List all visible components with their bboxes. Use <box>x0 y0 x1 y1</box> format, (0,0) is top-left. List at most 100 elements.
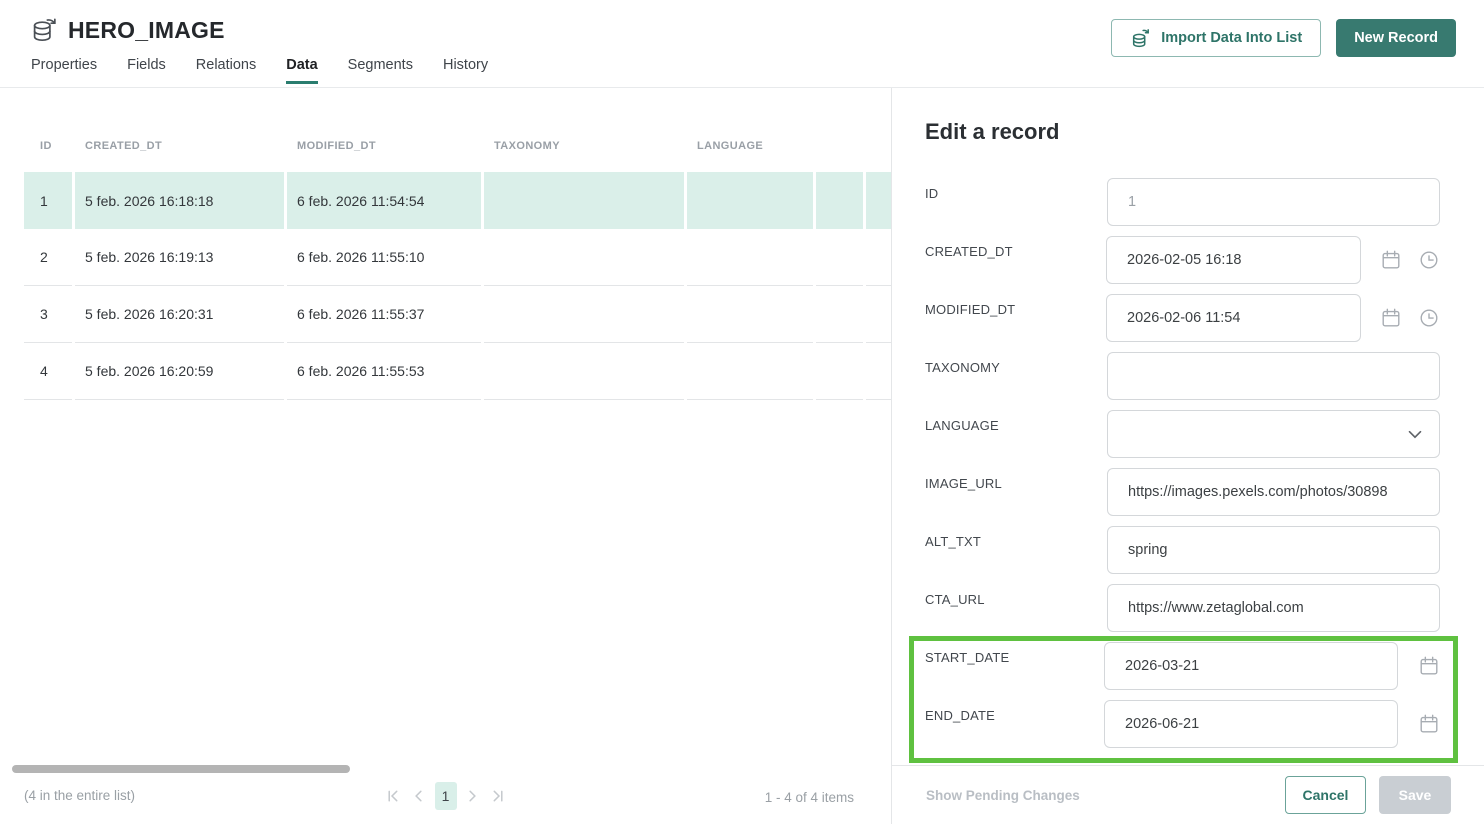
cell-created-dt: 5 feb. 2026 16:20:31 <box>75 286 284 343</box>
panel-title: Edit a record <box>925 118 1440 146</box>
field-row-id: ID <box>925 178 1440 226</box>
cell-modified-dt: 6 feb. 2026 11:55:10 <box>287 229 481 286</box>
field-row-taxonomy: TAXONOMY <box>925 352 1440 400</box>
cell-id: 1 <box>24 172 72 229</box>
first-page-button[interactable] <box>383 782 403 810</box>
cell-extra-2 <box>866 286 891 343</box>
field-row-image-url: IMAGE_URL <box>925 468 1440 516</box>
calendar-icon[interactable] <box>1380 307 1402 329</box>
current-page-indicator[interactable]: 1 <box>435 782 457 810</box>
table-row[interactable]: 3 5 feb. 2026 16:20:31 6 feb. 2026 11:55… <box>24 286 891 343</box>
cell-extra-1 <box>816 343 863 400</box>
cell-taxonomy <box>484 343 684 400</box>
cell-taxonomy <box>484 286 684 343</box>
tab-fields[interactable]: Fields <box>127 57 166 84</box>
database-sync-icon <box>31 16 58 45</box>
modified-dt-input[interactable] <box>1106 294 1361 342</box>
table-header-row: ID CREATED_DT MODIFIED_DT TAXONOMY LANGU… <box>24 88 891 172</box>
cta-url-input[interactable] <box>1107 584 1440 632</box>
cancel-button[interactable]: Cancel <box>1285 776 1366 814</box>
column-header-taxonomy: TAXONOMY <box>484 140 684 152</box>
calendar-icon[interactable] <box>1418 655 1440 677</box>
column-header-modified-dt: MODIFIED_DT <box>287 140 481 152</box>
column-header-language: LANGUAGE <box>687 140 813 152</box>
tab-segments[interactable]: Segments <box>348 57 413 84</box>
app-header: HERO_IMAGE Properties Fields Relations D… <box>0 0 1484 88</box>
alt-txt-input[interactable] <box>1107 526 1440 574</box>
cell-created-dt: 5 feb. 2026 16:19:13 <box>75 229 284 286</box>
field-row-created-dt: CREATED_DT <box>925 236 1440 284</box>
import-data-label: Import Data Into List <box>1161 30 1302 46</box>
show-pending-changes-link[interactable]: Show Pending Changes <box>926 788 1080 803</box>
taxonomy-input[interactable] <box>1107 352 1440 400</box>
calendar-icon[interactable] <box>1380 249 1402 271</box>
page-title: HERO_IMAGE <box>68 17 225 44</box>
calendar-icon[interactable] <box>1418 713 1440 735</box>
list-count-text: (4 in the entire list) <box>24 788 135 803</box>
field-label-alt-txt: ALT_TXT <box>925 526 1107 574</box>
clock-icon[interactable] <box>1418 249 1440 271</box>
clock-icon[interactable] <box>1418 307 1440 329</box>
field-row-end-date: END_DATE <box>925 700 1440 748</box>
import-data-button[interactable]: Import Data Into List <box>1111 19 1321 57</box>
cell-language <box>687 172 813 229</box>
column-header-id: ID <box>24 140 72 152</box>
tab-data[interactable]: Data <box>286 57 317 84</box>
field-row-cta-url: CTA_URL <box>925 584 1440 632</box>
field-label-cta-url: CTA_URL <box>925 584 1107 632</box>
table-row[interactable]: 2 5 feb. 2026 16:19:13 6 feb. 2026 11:55… <box>24 229 891 286</box>
column-header-created-dt: CREATED_DT <box>75 140 284 152</box>
id-input[interactable] <box>1107 178 1440 226</box>
cell-modified-dt: 6 feb. 2026 11:54:54 <box>287 172 481 229</box>
field-row-language: LANGUAGE <box>925 410 1440 458</box>
language-select-input[interactable] <box>1107 410 1440 458</box>
created-dt-input[interactable] <box>1106 236 1361 284</box>
table-footer: (4 in the entire list) 1 <box>0 778 891 824</box>
data-list-panel: ID CREATED_DT MODIFIED_DT TAXONOMY LANGU… <box>0 88 891 824</box>
items-range-text: 1 - 4 of 4 items <box>765 790 854 805</box>
new-record-button[interactable]: New Record <box>1336 19 1456 57</box>
field-label-language: LANGUAGE <box>925 410 1107 458</box>
previous-page-button[interactable] <box>409 782 429 810</box>
pagination: 1 <box>383 782 509 810</box>
table-row[interactable]: 4 5 feb. 2026 16:20:59 6 feb. 2026 11:55… <box>24 343 891 400</box>
save-button[interactable]: Save <box>1379 776 1451 814</box>
cell-taxonomy <box>484 172 684 229</box>
field-row-modified-dt: MODIFIED_DT <box>925 294 1440 342</box>
field-label-image-url: IMAGE_URL <box>925 468 1107 516</box>
table-row[interactable]: 1 5 feb. 2026 16:18:18 6 feb. 2026 11:54… <box>24 172 891 229</box>
cell-extra-1 <box>816 229 863 286</box>
cell-id: 3 <box>24 286 72 343</box>
header-actions: Import Data Into List New Record <box>1111 19 1456 57</box>
tab-history[interactable]: History <box>443 57 488 84</box>
cell-language <box>687 286 813 343</box>
cell-language <box>687 229 813 286</box>
last-page-button[interactable] <box>489 782 509 810</box>
records-table: ID CREATED_DT MODIFIED_DT TAXONOMY LANGU… <box>24 88 891 400</box>
tab-properties[interactable]: Properties <box>31 57 97 84</box>
chevron-down-icon[interactable] <box>1404 423 1426 445</box>
field-label-id: ID <box>925 178 1107 226</box>
tab-relations[interactable]: Relations <box>196 57 256 84</box>
cell-id: 2 <box>24 229 72 286</box>
start-date-input[interactable] <box>1104 642 1398 690</box>
cell-created-dt: 5 feb. 2026 16:20:59 <box>75 343 284 400</box>
edit-record-panel: Edit a record ID CREATED_DT <box>891 88 1484 824</box>
end-date-input[interactable] <box>1104 700 1398 748</box>
cell-language <box>687 343 813 400</box>
horizontal-scrollbar[interactable] <box>12 765 350 773</box>
cell-extra-2 <box>866 172 891 229</box>
database-import-icon <box>1130 28 1151 49</box>
panel-action-bar: Show Pending Changes Cancel Save <box>892 765 1484 824</box>
field-row-start-date: START_DATE <box>925 642 1440 690</box>
cell-id: 4 <box>24 343 72 400</box>
cell-extra-2 <box>866 229 891 286</box>
language-select[interactable] <box>1107 410 1440 458</box>
field-label-modified-dt: MODIFIED_DT <box>925 294 1106 342</box>
cell-extra-2 <box>866 343 891 400</box>
next-page-button[interactable] <box>463 782 483 810</box>
cell-modified-dt: 6 feb. 2026 11:55:37 <box>287 286 481 343</box>
image-url-input[interactable] <box>1107 468 1440 516</box>
field-label-start-date: START_DATE <box>925 642 1104 690</box>
field-row-alt-txt: ALT_TXT <box>925 526 1440 574</box>
